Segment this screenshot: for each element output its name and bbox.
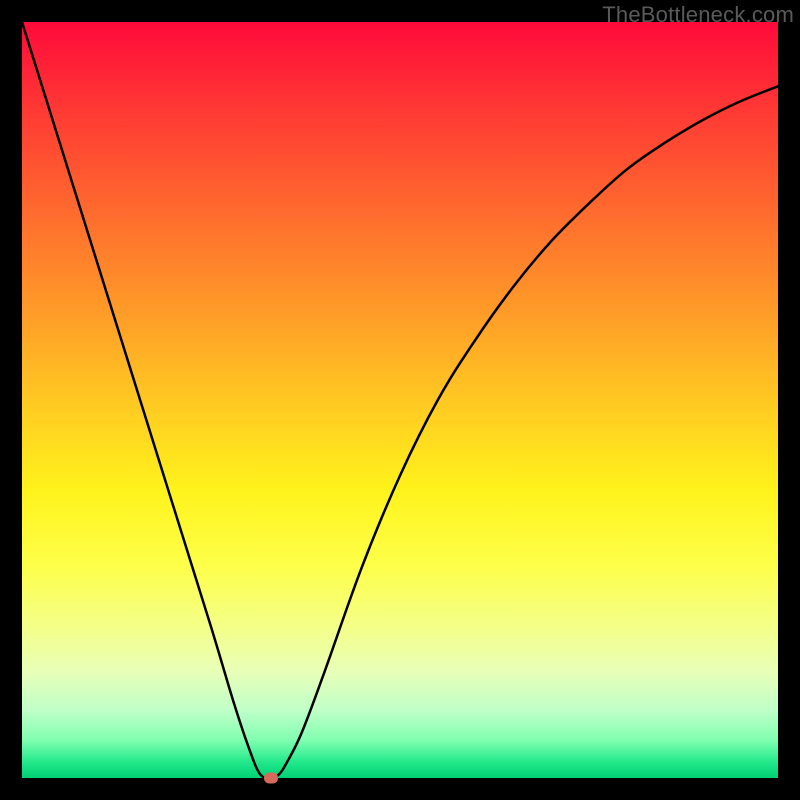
bottleneck-curve — [22, 22, 778, 778]
optimal-marker — [264, 773, 278, 784]
watermark-text: TheBottleneck.com — [602, 2, 794, 28]
chart-frame: TheBottleneck.com — [0, 0, 800, 800]
plot-area — [22, 22, 778, 778]
curve-layer — [22, 22, 778, 778]
